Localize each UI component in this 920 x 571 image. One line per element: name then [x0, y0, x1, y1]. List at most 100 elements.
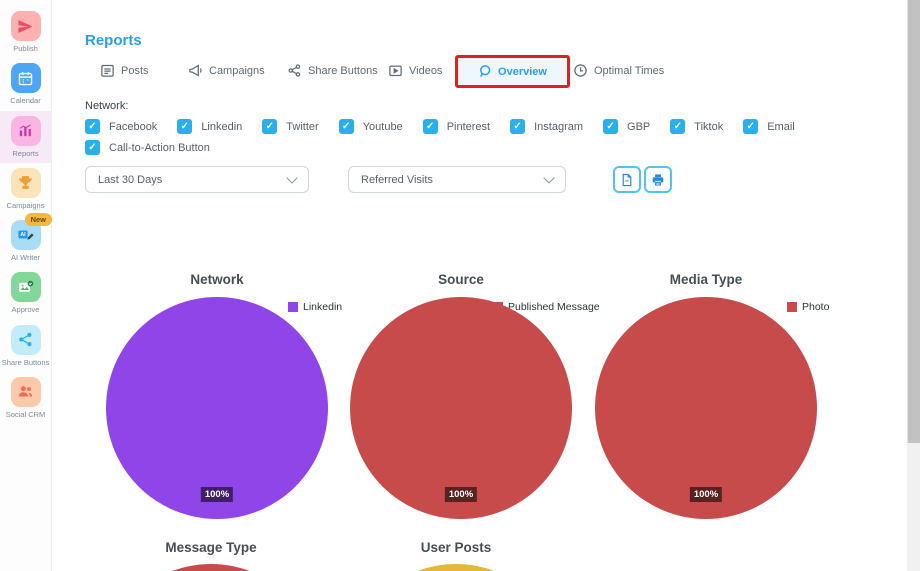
search-icon — [480, 65, 491, 77]
legend-swatch — [787, 302, 797, 312]
sidebar-item-ai-writer[interactable]: New AI AI Writer — [0, 213, 52, 267]
pdf-file-icon — [622, 173, 632, 186]
metric-value: Referred Visits — [361, 173, 433, 186]
posts-icon — [101, 64, 114, 77]
network-checkbox-youtube[interactable]: ✓ Youtube — [338, 119, 403, 134]
legend-label: Photo — [802, 301, 830, 313]
pie-source — [350, 297, 572, 519]
checkbox-checked-icon: ✓ — [603, 119, 619, 134]
paper-plane-icon — [10, 11, 41, 41]
legend-label: Published Message — [508, 301, 600, 313]
network-checkbox-facebook[interactable]: ✓ Facebook — [85, 119, 157, 134]
pie-percentage-label: 100% — [444, 487, 478, 502]
print-button[interactable] — [644, 166, 672, 193]
tab-posts[interactable]: Posts — [100, 63, 149, 78]
approve-image-icon — [10, 272, 41, 303]
printer-icon — [652, 173, 664, 186]
sidebar-item-label: Campaigns — [6, 200, 45, 210]
network-checkbox-call-to-action-button[interactable]: ✓ Call-to-Action Button — [85, 140, 210, 155]
sidebar-item-label: Approve — [11, 305, 40, 315]
trophy-icon — [10, 167, 41, 198]
pie-percentage-label: 100% — [689, 487, 723, 502]
date-range-select[interactable]: Last 30 Days — [85, 166, 309, 193]
checkbox-checked-icon: ✓ — [338, 119, 354, 134]
chart-title-source: Source — [438, 272, 484, 287]
scrollbar-track[interactable] — [907, 0, 920, 571]
sidebar-item-label: Calendar — [10, 96, 41, 106]
network-checkbox-gbp[interactable]: ✓ GBP — [603, 119, 650, 134]
sidebar-item-calendar[interactable]: Calendar — [0, 58, 51, 110]
legend-swatch — [288, 302, 298, 312]
tab-label: Overview — [498, 65, 547, 78]
sidebar-item-label: Reports — [12, 148, 39, 158]
chart-legend: Linkedin — [288, 301, 342, 313]
megaphone-icon — [189, 64, 202, 77]
date-range-value: Last 30 Days — [98, 173, 163, 186]
sidebar-item-label: AI Writer — [10, 253, 41, 262]
tab-label: Optimal Times — [594, 64, 665, 77]
clock-icon — [574, 64, 587, 77]
checkbox-checked-icon: ✓ — [177, 119, 193, 134]
pie-network — [106, 297, 328, 519]
network-filter-label: Network: — [85, 100, 129, 112]
checkbox-checked-icon: ✓ — [670, 119, 686, 134]
pie-percentage-label: 100% — [200, 487, 234, 502]
sidebar-item-share-buttons[interactable]: Share Buttons — [0, 320, 51, 372]
pie-media-type — [595, 297, 817, 519]
tab-label: Campaigns — [209, 64, 265, 77]
checkbox-checked-icon: ✓ — [743, 119, 759, 134]
sidebar: Publish Calendar Reports Campaigns New A… — [0, 0, 52, 571]
video-icon — [389, 65, 402, 77]
tab-overview[interactable]: Overview — [455, 55, 570, 88]
chevron-down-icon — [543, 171, 555, 184]
network-checkbox-twitter[interactable]: ✓ Twitter — [262, 119, 319, 134]
svg-text:AI: AI — [20, 232, 26, 238]
chart-title-user-posts: User Posts — [420, 540, 492, 555]
sidebar-item-label: Share Buttons — [1, 357, 50, 367]
checkbox-checked-icon: ✓ — [262, 119, 278, 134]
main-content: Reports Posts Campaigns Share Buttons Vi… — [52, 0, 907, 571]
checkbox-checked-icon: ✓ — [85, 119, 100, 134]
network-checkbox-linkedin[interactable]: ✓ Linkedin — [177, 119, 242, 134]
metric-select[interactable]: Referred Visits — [348, 166, 566, 193]
sidebar-item-social-crm[interactable]: Social CRM — [0, 372, 51, 424]
chart-title-network: Network — [190, 272, 244, 287]
calendar-icon — [10, 63, 41, 94]
tab-label: Share Buttons — [308, 64, 378, 77]
export-pdf-button[interactable] — [613, 166, 641, 193]
checkbox-checked-icon: ✓ — [422, 119, 438, 134]
network-checkbox-tiktok[interactable]: ✓ Tiktok — [670, 119, 723, 134]
share-icon — [288, 64, 301, 77]
scrollbar-thumb[interactable] — [907, 0, 920, 443]
network-checkbox-instagram[interactable]: ✓ Instagram — [510, 119, 583, 134]
chart-title-media-type: Media Type — [669, 272, 743, 287]
legend-label: Linkedin — [303, 301, 343, 313]
share-icon — [10, 324, 41, 355]
network-checkbox-email[interactable]: ✓ Email — [743, 119, 795, 134]
page-title: Reports — [85, 32, 142, 50]
tab-optimal-times[interactable]: Optimal Times — [573, 63, 664, 78]
chart-title-message-type: Message Type — [165, 540, 257, 555]
sidebar-item-label: Social CRM — [5, 409, 46, 419]
chevron-down-icon — [286, 171, 298, 184]
sidebar-item-publish[interactable]: Publish — [0, 6, 51, 58]
tab-videos[interactable]: Videos — [388, 63, 442, 78]
checkbox-checked-icon: ✓ — [85, 140, 100, 155]
sidebar-item-reports[interactable]: Reports — [0, 110, 51, 163]
people-icon — [10, 376, 41, 407]
sidebar-item-label: Publish — [13, 44, 38, 53]
bar-chart-icon — [10, 115, 41, 146]
tab-label: Posts — [121, 64, 149, 77]
tab-label: Videos — [409, 64, 443, 77]
sidebar-item-campaigns[interactable]: Campaigns — [0, 163, 51, 215]
network-checkbox-row: ✓ Call-to-Action Button — [85, 140, 210, 155]
app-window: Publish Calendar Reports Campaigns New A… — [0, 0, 920, 571]
tab-campaigns[interactable]: Campaigns — [188, 63, 265, 78]
sidebar-item-approve[interactable]: Approve — [0, 267, 51, 319]
network-checkbox-pinterest[interactable]: ✓ Pinterest — [422, 119, 490, 134]
checkbox-checked-icon: ✓ — [510, 119, 526, 134]
pie-user-posts — [345, 564, 567, 571]
tab-share-buttons[interactable]: Share Buttons — [287, 63, 378, 78]
chart-legend: Photo — [787, 301, 829, 313]
network-checkbox-row: ✓ Facebook ✓ Linkedin ✓ Twitter ✓ Youtub… — [85, 119, 795, 134]
